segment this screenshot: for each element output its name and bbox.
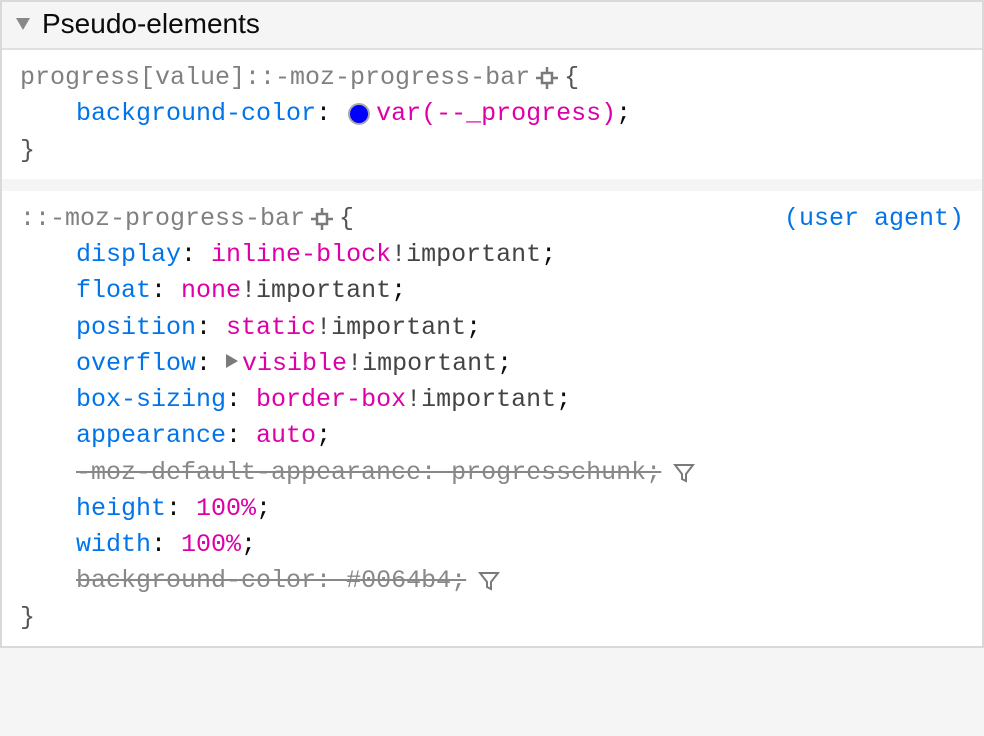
select-element-icon[interactable]: [536, 67, 558, 89]
css-declaration[interactable]: background-color: var(--_progress);: [20, 96, 964, 132]
css-value[interactable]: auto: [256, 418, 316, 454]
css-declaration[interactable]: appearance: auto;: [20, 418, 964, 454]
css-value[interactable]: none: [181, 273, 241, 309]
selector[interactable]: ::-moz-progress-bar: [20, 201, 305, 237]
css-value[interactable]: 100%: [181, 527, 241, 563]
css-value[interactable]: static: [226, 310, 316, 346]
css-value[interactable]: 100%: [196, 491, 256, 527]
css-property[interactable]: box-sizing: [76, 382, 226, 418]
css-property[interactable]: width: [76, 527, 151, 563]
css-rule: progress[value]::-moz-progress-bar { bac…: [2, 50, 982, 179]
close-brace: }: [20, 133, 964, 169]
close-brace: }: [20, 600, 964, 636]
styles-panel: Pseudo-elements progress[value]::-moz-pr…: [0, 0, 984, 648]
important-flag: !important: [316, 310, 466, 346]
css-declaration[interactable]: overflow: visible !important;: [20, 346, 964, 382]
css-value[interactable]: border-box: [256, 382, 406, 418]
section-title: Pseudo-elements: [42, 8, 260, 40]
css-property[interactable]: height: [76, 491, 166, 527]
open-brace: {: [339, 201, 354, 237]
stylesheet-source[interactable]: (user agent): [784, 201, 964, 237]
selector-line[interactable]: progress[value]::-moz-progress-bar {: [20, 60, 964, 96]
important-flag: !important: [241, 273, 391, 309]
css-value[interactable]: #0064b4: [346, 566, 451, 595]
important-flag: !important: [406, 382, 556, 418]
colon: :: [316, 96, 346, 132]
css-property[interactable]: appearance: [76, 418, 226, 454]
rule-separator: [2, 179, 982, 191]
css-declaration-overridden[interactable]: -moz-default-appearance: progresschunk;: [20, 455, 964, 491]
css-property[interactable]: overflow: [76, 346, 196, 382]
css-property[interactable]: -moz-default-appearance: [76, 458, 421, 487]
css-property[interactable]: background-color: [76, 566, 316, 595]
important-flag: !important: [391, 237, 541, 273]
css-property[interactable]: float: [76, 273, 151, 309]
css-property[interactable]: position: [76, 310, 196, 346]
css-declaration-overridden[interactable]: background-color: #0064b4;: [20, 563, 964, 599]
pseudo-elements-header[interactable]: Pseudo-elements: [2, 2, 982, 50]
css-rule: ::-moz-progress-bar { (user agent) displ…: [2, 191, 982, 646]
important-flag: !important: [347, 346, 497, 382]
css-property[interactable]: background-color: [76, 96, 316, 132]
selector-line[interactable]: ::-moz-progress-bar { (user agent): [20, 201, 964, 237]
css-declaration[interactable]: box-sizing: border-box !important;: [20, 382, 964, 418]
open-brace: {: [564, 60, 579, 96]
color-swatch-icon[interactable]: [348, 103, 370, 125]
css-declaration[interactable]: width: 100%;: [20, 527, 964, 563]
css-value[interactable]: progresschunk: [451, 458, 646, 487]
css-declaration[interactable]: position: static !important;: [20, 310, 964, 346]
selector[interactable]: progress[value]::-moz-progress-bar: [20, 60, 530, 96]
css-value[interactable]: inline-block: [211, 237, 391, 273]
expand-triangle-icon[interactable]: [16, 18, 30, 30]
css-property[interactable]: display: [76, 237, 181, 273]
filter-icon[interactable]: [478, 570, 500, 592]
css-declaration[interactable]: display: inline-block !important;: [20, 237, 964, 273]
css-value[interactable]: var(--_progress): [376, 96, 616, 132]
filter-icon[interactable]: [673, 462, 695, 484]
css-value[interactable]: visible: [242, 346, 347, 382]
semicolon: ;: [616, 96, 631, 132]
css-declaration[interactable]: height: 100%;: [20, 491, 964, 527]
select-element-icon[interactable]: [311, 208, 333, 230]
expand-shorthand-icon[interactable]: [226, 351, 238, 377]
css-declaration[interactable]: float: none !important;: [20, 273, 964, 309]
